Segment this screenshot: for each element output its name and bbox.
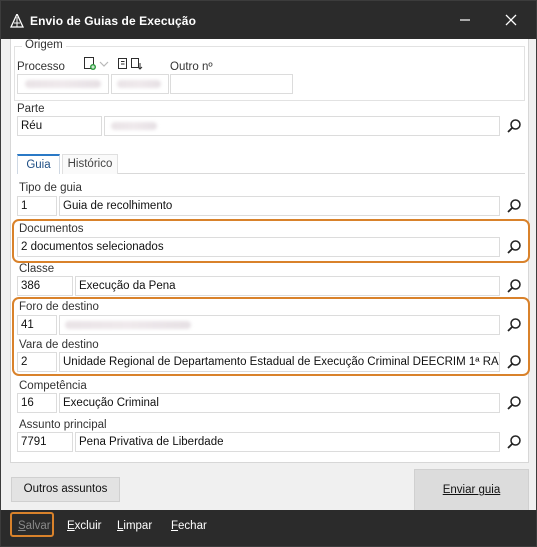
fechar-button[interactable]: Fechar	[171, 520, 207, 532]
limpar-button[interactable]: Limpar	[117, 520, 152, 532]
excluir-label: xcluir	[74, 520, 102, 532]
document-green-icon[interactable]	[83, 56, 97, 71]
tab-guia[interactable]: Guia	[17, 154, 60, 174]
excluir-button[interactable]: Excluir	[67, 520, 102, 532]
assunto-code[interactable]: 7791	[17, 432, 73, 452]
dialog-window: Envio de Guias de Execução Origem Proces…	[0, 0, 537, 547]
competencia-code[interactable]: 16	[17, 393, 57, 413]
app-logo-icon	[10, 14, 24, 28]
window-title: Envio de Guias de Execução	[30, 14, 196, 28]
classe-value[interactable]: Execução da Pena	[75, 276, 500, 296]
search-icon[interactable]	[504, 196, 524, 216]
competencia-label: Competência	[19, 380, 87, 392]
fechar-label: echar	[178, 520, 207, 532]
outro-numero-input[interactable]	[170, 74, 293, 94]
search-icon[interactable]	[504, 276, 524, 296]
enviar-guia-button[interactable]: Enviar guia	[414, 469, 529, 511]
documentos-label: Documentos	[19, 223, 84, 235]
outros-assuntos-button[interactable]: Outros assuntos	[11, 477, 120, 502]
search-icon[interactable]	[504, 432, 524, 452]
salvar-highlight	[10, 512, 54, 537]
search-icon[interactable]	[504, 352, 524, 372]
classe-code[interactable]: 386	[17, 276, 73, 296]
parte-label: Parte	[17, 103, 45, 115]
foro-code[interactable]: 41	[17, 315, 57, 335]
fechar-mnemonic: F	[171, 520, 179, 532]
document-arrow-icon[interactable]	[130, 57, 143, 70]
processo-redacted-2	[117, 80, 161, 88]
close-icon[interactable]	[497, 9, 525, 33]
search-icon[interactable]	[504, 315, 524, 335]
chevron-down-icon[interactable]	[99, 60, 109, 68]
origem-legend: Origem	[22, 39, 66, 51]
classe-label: Classe	[19, 263, 55, 275]
vara-code[interactable]: 2	[17, 352, 57, 372]
tab-underline	[118, 173, 525, 174]
excluir-mnemonic: E	[67, 520, 75, 532]
outro-numero-label: Outro nº	[170, 61, 213, 73]
search-icon[interactable]	[504, 116, 524, 136]
parte-name-redacted	[111, 122, 157, 130]
command-bar: Salvar Excluir Limpar Fechar	[1, 510, 536, 546]
title-bar: Envio de Guias de Execução	[1, 1, 536, 39]
documentos-value[interactable]: 2 documentos selecionados	[17, 237, 500, 257]
processo-label: Processo	[17, 61, 65, 73]
parte-type-field[interactable]: Réu	[17, 116, 102, 136]
tipo-guia-value[interactable]: Guia de recolhimento	[59, 196, 500, 216]
tab-historico[interactable]: Histórico	[62, 154, 118, 174]
vara-value[interactable]: Unidade Regional de Departamento Estadua…	[59, 352, 500, 372]
tipo-guia-code[interactable]: 1	[17, 196, 57, 216]
book-icon[interactable]	[117, 57, 129, 70]
vara-label: Vara de destino	[19, 339, 99, 351]
tipo-guia-label: Tipo de guia	[19, 182, 82, 194]
processo-redacted	[25, 80, 101, 88]
enviar-guia-label: Enviar guia	[442, 484, 501, 496]
parte-name-field[interactable]	[104, 116, 500, 136]
search-icon[interactable]	[504, 393, 524, 413]
minimize-icon[interactable]	[451, 9, 479, 33]
competencia-value[interactable]: Execução Criminal	[59, 393, 500, 413]
limpar-label: impar	[123, 520, 153, 532]
assunto-label: Assunto principal	[19, 419, 107, 431]
foro-label: Foro de destino	[19, 301, 99, 313]
assunto-value[interactable]: Pena Privativa de Liberdade	[75, 432, 500, 452]
main-panel: Origem Processo Outro nº Parte Réu Guia …	[10, 39, 530, 463]
search-icon[interactable]	[504, 237, 524, 257]
foro-redacted	[65, 321, 191, 329]
